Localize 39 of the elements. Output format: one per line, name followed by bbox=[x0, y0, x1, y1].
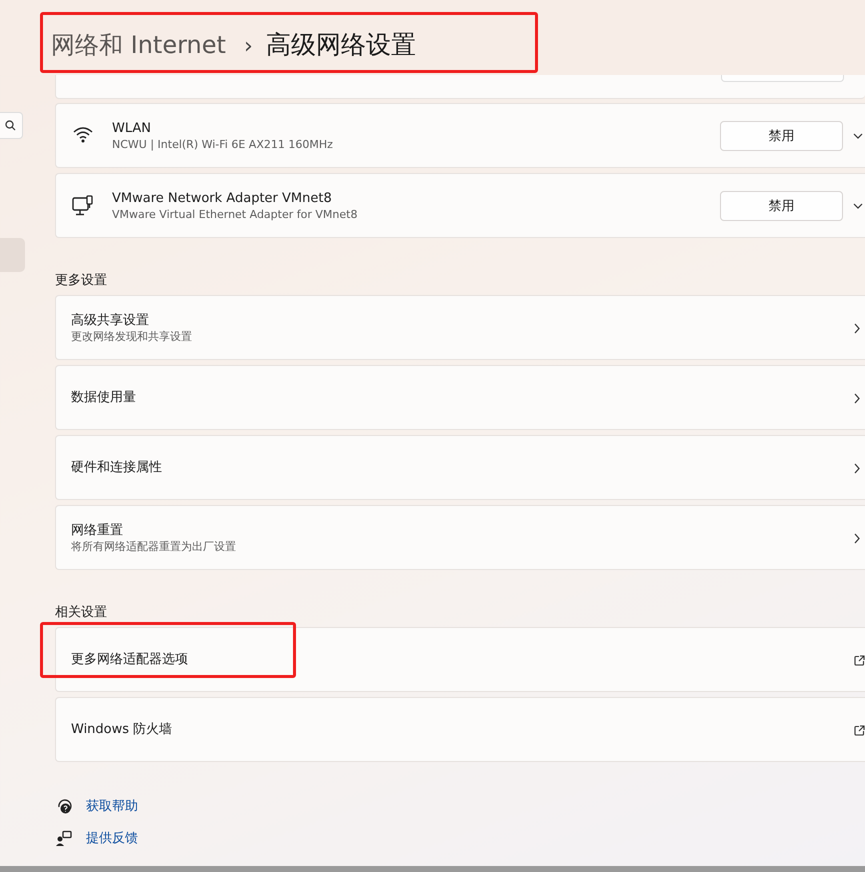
item-subtitle: 更改网络发现和共享设置 bbox=[71, 328, 192, 344]
item-title: 高级共享设置 bbox=[71, 312, 149, 328]
item-title: 硬件和连接属性 bbox=[71, 459, 162, 476]
feedback-icon bbox=[55, 830, 72, 846]
chevron-icon bbox=[854, 323, 860, 334]
breadcrumb-link[interactable]: 网络和 Internet bbox=[51, 29, 226, 61]
external-link-icon bbox=[854, 655, 865, 666]
disable-button[interactable]: 禁用 bbox=[720, 190, 843, 220]
chevron-icon[interactable] bbox=[853, 202, 863, 208]
external-link-icon bbox=[854, 725, 865, 736]
adapter-description: VMware Virtual Ethernet Adapter for VMnet8 bbox=[112, 206, 358, 222]
item-subtitle: 将所有网络适配器重置为出厂设置 bbox=[71, 538, 236, 554]
settings-item[interactable]: 数据使用量 bbox=[55, 365, 865, 430]
search-field[interactable] bbox=[0, 112, 23, 139]
chevron-icon bbox=[854, 393, 860, 404]
adapter-name: VMware Network Adapter VMnet8 bbox=[112, 190, 332, 206]
item-title: 网络重置 bbox=[71, 522, 123, 538]
settings-item[interactable]: 网络重置 将所有网络适配器重置为出厂设置 bbox=[55, 505, 865, 570]
link[interactable]: 获取帮助 bbox=[86, 797, 138, 815]
settings-item[interactable]: 更多网络适配器选项 bbox=[55, 627, 865, 692]
item-title: Windows 防火墙 bbox=[71, 721, 172, 738]
link[interactable]: 提供反馈 bbox=[86, 829, 138, 847]
breadcrumb-separator: › bbox=[244, 34, 253, 59]
section-heading: 更多设置 bbox=[55, 272, 108, 289]
chevron-icon bbox=[854, 533, 860, 544]
settings-item[interactable]: 高级共享设置 更改网络发现和共享设置 bbox=[55, 295, 865, 360]
settings-item[interactable]: Windows 防火墙 bbox=[55, 697, 865, 762]
monitor-icon bbox=[72, 195, 94, 216]
adapter-name: WLAN bbox=[112, 120, 152, 136]
search-icon bbox=[5, 120, 16, 131]
section-heading: 相关设置 bbox=[55, 604, 108, 621]
item-title: 数据使用量 bbox=[71, 389, 136, 406]
item-title: 更多网络适配器选项 bbox=[71, 651, 188, 668]
chevron-icon[interactable] bbox=[853, 132, 863, 138]
settings-item[interactable]: 硬件和连接属性 bbox=[55, 435, 865, 500]
adapter-description: NCWU | Intel(R) Wi-Fi 6E AX211 160MHz bbox=[112, 136, 333, 152]
page-title: 高级网络设置 bbox=[266, 29, 416, 61]
chevron-icon bbox=[854, 463, 860, 474]
disable-button[interactable]: 禁用 bbox=[720, 120, 843, 150]
